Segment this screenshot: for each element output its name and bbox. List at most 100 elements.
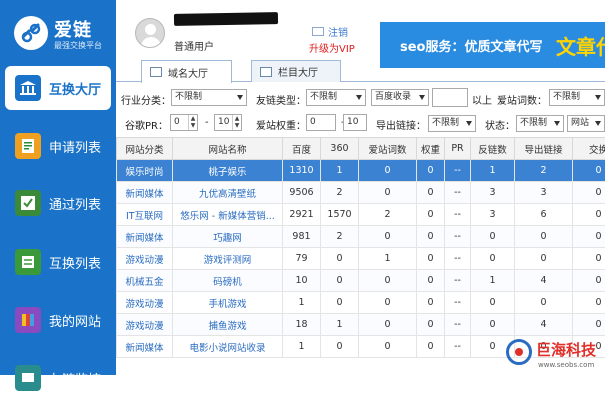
table-cell: 18 [283, 314, 321, 336]
pr-min-input[interactable]: 0▲▼ [170, 114, 198, 131]
export-link-label: 导出链接： [376, 117, 426, 132]
sidebar-item-exchange-hall[interactable]: 互换大厅 [5, 66, 111, 110]
table-cell: 0 [417, 314, 445, 336]
table-row[interactable]: IT互联网悠乐网 - 新媒体营销...2921157020--360 [117, 204, 605, 226]
table-cell: 6 [515, 204, 573, 226]
category-cell[interactable]: 娱乐时尚 [117, 160, 173, 182]
weight-min-input[interactable]: 0 [306, 114, 336, 131]
tab-column-hall[interactable]: 栏目大厅 [251, 60, 341, 82]
table-cell: 2 [515, 160, 573, 182]
upgrade-vip-link[interactable]: 升级为VIP [309, 40, 355, 55]
table-row[interactable]: 新闻媒体巧趣网981200--000 [117, 226, 605, 248]
logout-label: 注销 [328, 24, 348, 39]
sidebar-item-my-sites[interactable]: 我的网站 [5, 298, 111, 342]
love-words-select[interactable]: 不限制 [549, 89, 605, 106]
sidebar: 爱链 最强交换平台 互换大厅 申请列表 通过列表 互换列表 我的网站 [0, 0, 116, 375]
status-select[interactable]: 不限制 [516, 115, 564, 132]
table-cell: 0 [321, 336, 359, 358]
table-cell: 1 [471, 270, 515, 292]
column-header[interactable]: 网站名称 [173, 138, 283, 160]
category-cell[interactable]: IT互联网 [117, 204, 173, 226]
baidu-index-select[interactable]: 百度收录 [371, 89, 429, 106]
table-row[interactable]: 娱乐时尚桃子娱乐1310100--120 [117, 160, 605, 182]
table-row[interactable]: 游戏动漫手机游戏1000--000 [117, 292, 605, 314]
table-cell: 0 [573, 314, 605, 336]
table-cell: 2 [321, 226, 359, 248]
category-cell[interactable]: 新闻媒体 [117, 182, 173, 204]
table-row[interactable]: 新闻媒体九优高清壁纸9506200--330 [117, 182, 605, 204]
table-cell: 0 [573, 182, 605, 204]
column-header[interactable]: 网站分类 [117, 138, 173, 160]
site-name-cell[interactable]: 巧趣网 [173, 226, 283, 248]
industry-select[interactable]: 不限制 [171, 89, 247, 106]
logout-link[interactable]: 注销 [312, 24, 348, 39]
table-cell: 981 [283, 226, 321, 248]
table-cell: 0 [321, 248, 359, 270]
weight-max-input[interactable]: 10 [343, 114, 367, 131]
column-header[interactable]: PR [445, 138, 471, 160]
avatar[interactable] [135, 18, 165, 48]
table-cell: 0 [359, 182, 417, 204]
site-name-cell[interactable]: 桃子娱乐 [173, 160, 283, 182]
sidebar-item-label: 通过列表 [49, 194, 101, 213]
banner-text: seo服务：优质文章代写 [400, 36, 543, 55]
baidu-count-input[interactable] [432, 88, 468, 107]
sidebar-item-exchange-list[interactable]: 互换列表 [5, 240, 111, 284]
column-header[interactable]: 导出链接 [515, 138, 573, 160]
exchange-list-icon [15, 249, 41, 275]
table-cell: 0 [573, 226, 605, 248]
site-select[interactable]: 网站 [567, 115, 605, 132]
pr-label: 谷歌PR： [125, 117, 168, 132]
sidebar-item-link-monitor[interactable]: 友链监控 [5, 356, 111, 400]
sidebar-item-label: 互换列表 [49, 253, 101, 272]
site-name-cell[interactable]: 手机游戏 [173, 292, 283, 314]
table-row[interactable]: 机械五金码磅机10000--140 [117, 270, 605, 292]
category-cell[interactable]: 游戏动漫 [117, 292, 173, 314]
table-cell: -- [445, 204, 471, 226]
sidebar-item-approved-list[interactable]: 通过列表 [5, 181, 111, 225]
table-row[interactable]: 游戏动漫捕鱼游戏18100--040 [117, 314, 605, 336]
category-cell[interactable]: 新闻媒体 [117, 336, 173, 358]
site-name-cell[interactable]: 九优高清壁纸 [173, 182, 283, 204]
category-cell[interactable]: 游戏动漫 [117, 314, 173, 336]
column-header[interactable]: 反链数 [471, 138, 515, 160]
column-header[interactable]: 360 [321, 138, 359, 160]
category-cell[interactable]: 机械五金 [117, 270, 173, 292]
site-name-cell[interactable]: 捕鱼游戏 [173, 314, 283, 336]
table-cell: 9506 [283, 182, 321, 204]
sidebar-item-label: 申请列表 [49, 137, 101, 156]
column-header[interactable]: 交换 [573, 138, 605, 160]
link-type-select[interactable]: 不限制 [306, 89, 366, 106]
industry-label: 行业分类： [121, 92, 171, 107]
table-cell: 0 [573, 204, 605, 226]
table-cell: 2 [359, 204, 417, 226]
table-cell: 0 [321, 270, 359, 292]
table-row[interactable]: 游戏动漫游戏评测网79010--000 [117, 248, 605, 270]
site-name-cell[interactable]: 电影小说网站收录 [173, 336, 283, 358]
category-cell[interactable]: 新闻媒体 [117, 226, 173, 248]
table-cell: 0 [321, 292, 359, 314]
column-header[interactable]: 百度 [283, 138, 321, 160]
table-cell: 0 [573, 270, 605, 292]
watermark-url: www.seobs.com [538, 361, 594, 369]
site-name-cell[interactable]: 码磅机 [173, 270, 283, 292]
tab-domain-hall[interactable]: 域名大厅 [141, 60, 232, 83]
site-name-cell[interactable]: 悠乐网 - 新媒体营销... [173, 204, 283, 226]
table-cell: 79 [283, 248, 321, 270]
table-header-row: 网站分类网站名称百度360爱站词数权重PR反链数导出链接交换 [117, 138, 605, 160]
table-cell: 0 [359, 226, 417, 248]
export-link-select[interactable]: 不限制 [428, 115, 476, 132]
site-name-cell[interactable]: 游戏评测网 [173, 248, 283, 270]
column-header[interactable]: 爱站词数 [359, 138, 417, 160]
table-cell: 4 [515, 270, 573, 292]
column-header[interactable]: 权重 [417, 138, 445, 160]
tab-label: 栏目大厅 [278, 64, 318, 79]
table-cell: 2921 [283, 204, 321, 226]
table-cell: 0 [417, 292, 445, 314]
category-cell[interactable]: 游戏动漫 [117, 248, 173, 270]
sidebar-item-apply-list[interactable]: 申请列表 [5, 124, 111, 168]
hall-icon [15, 75, 41, 101]
pr-max-input[interactable]: 10▲▼ [214, 114, 242, 131]
table-cell: 0 [417, 336, 445, 358]
check-list-icon [15, 190, 41, 216]
